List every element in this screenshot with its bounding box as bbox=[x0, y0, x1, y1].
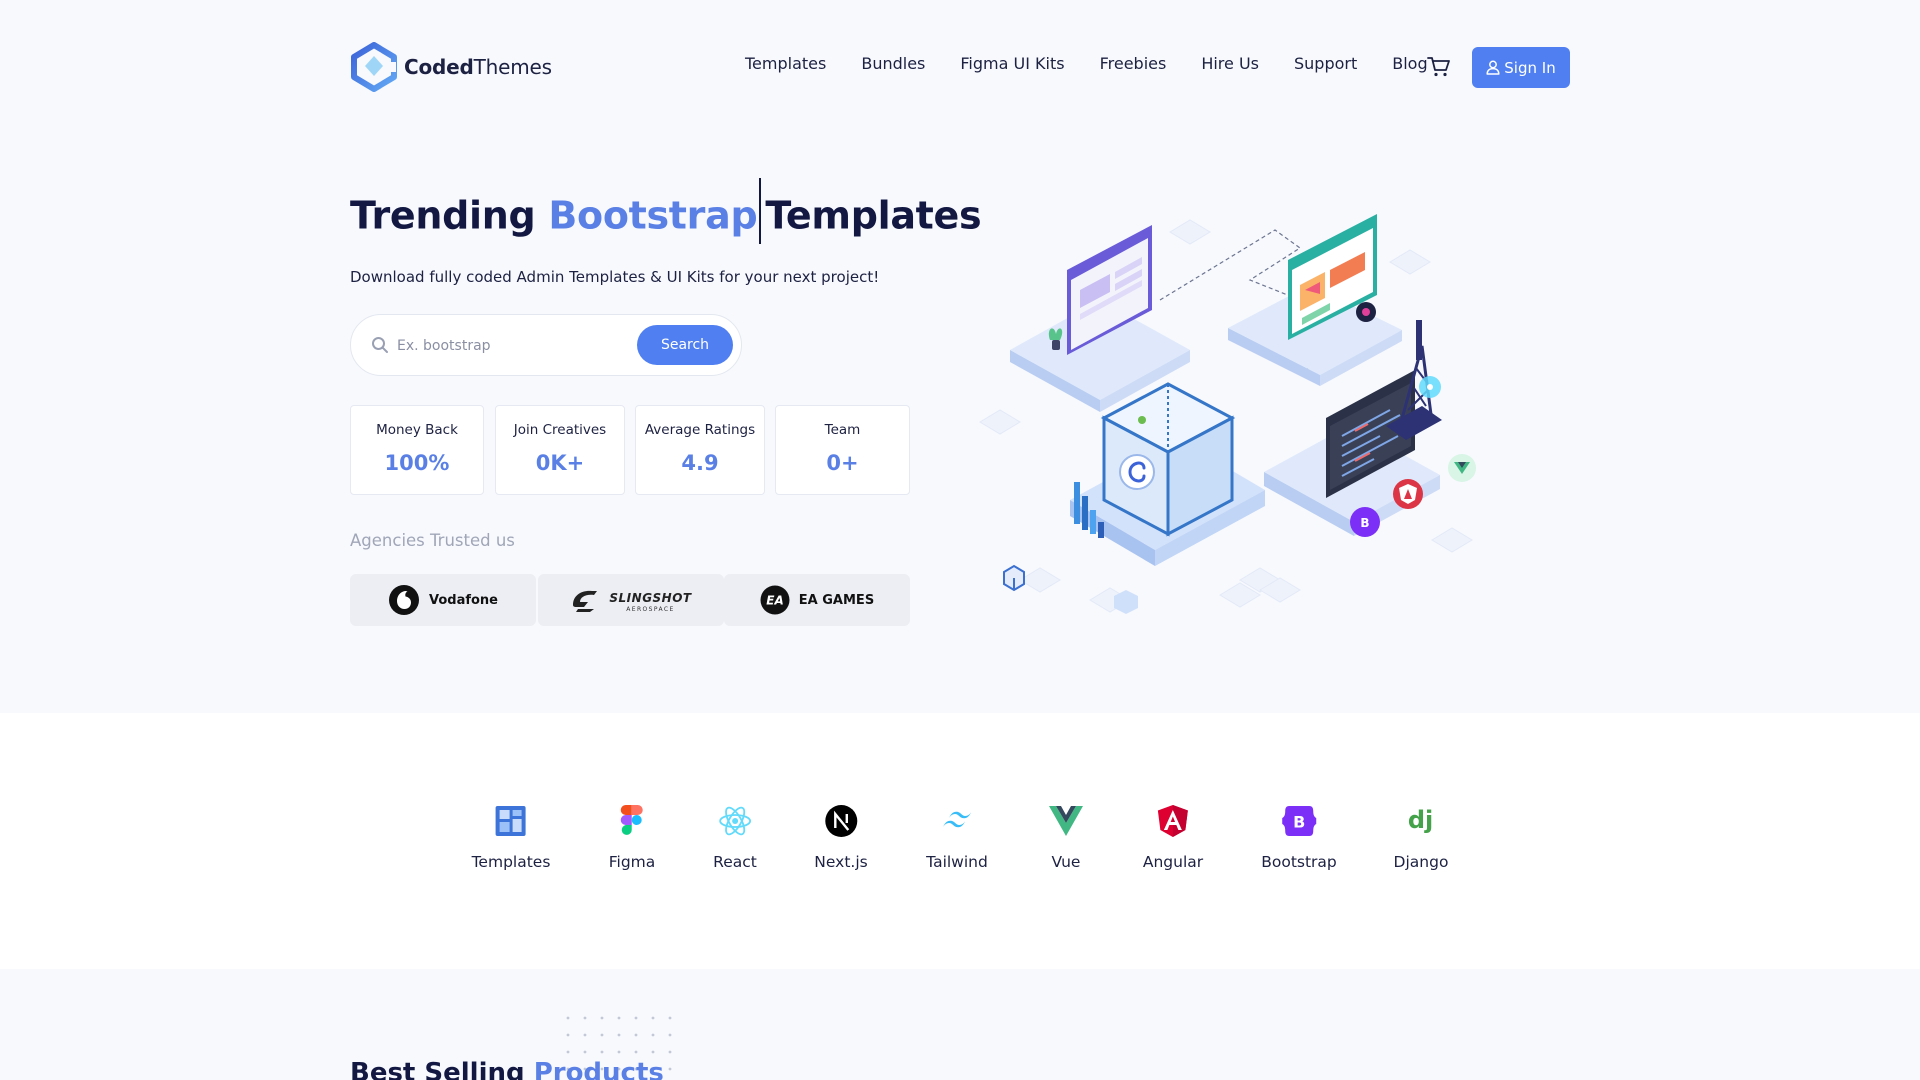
hero-title-prefix: Trending bbox=[350, 193, 536, 238]
stat-value: 4.9 bbox=[681, 451, 719, 475]
nav-bundles[interactable]: Bundles bbox=[861, 54, 925, 73]
tech-figma[interactable]: Figma bbox=[608, 803, 656, 871]
svg-text:B: B bbox=[1293, 813, 1305, 832]
slingshot-wordmark: SLINGSHOT AEROSPACE bbox=[609, 587, 691, 613]
stat-value: 0+ bbox=[826, 451, 859, 475]
stat-label: Average Ratings bbox=[644, 422, 756, 438]
codedthemes-logo-icon bbox=[351, 42, 397, 92]
tech-vue[interactable]: Vue bbox=[1048, 803, 1084, 871]
agency-name: SLINGSHOT bbox=[609, 591, 692, 605]
search-icon bbox=[372, 337, 388, 353]
tech-angular[interactable]: Angular bbox=[1143, 803, 1203, 871]
django-icon: dj bbox=[1408, 806, 1433, 834]
agency-name: EA GAMES bbox=[798, 592, 875, 608]
tech-label: Figma bbox=[608, 853, 656, 871]
vodafone-logo-icon bbox=[388, 585, 419, 615]
tech-templates[interactable]: Templates bbox=[471, 803, 551, 871]
stat-label: Money Back bbox=[376, 422, 458, 438]
agency-subname: AEROSPACE bbox=[626, 606, 675, 613]
tech-nextjs[interactable]: Next.js bbox=[814, 803, 868, 871]
vue-icon bbox=[1049, 806, 1083, 836]
agencies-title: Agencies Trusted us bbox=[350, 531, 515, 550]
nav-figma-ui-kits[interactable]: Figma UI Kits bbox=[960, 54, 1064, 73]
main-nav: Templates Bundles Figma UI Kits Freebies… bbox=[745, 54, 1463, 73]
bootstrap-icon: B bbox=[1281, 806, 1316, 836]
brand-name: CodedThemes bbox=[404, 55, 552, 79]
stat-value: 100% bbox=[384, 451, 450, 475]
stat-average-ratings: Average Ratings 4.9 bbox=[635, 405, 765, 495]
tech-tailwind[interactable]: Tailwind bbox=[926, 803, 988, 871]
svg-text:dj: dj bbox=[1408, 806, 1433, 834]
stat-label: Join Creatives bbox=[513, 422, 607, 438]
tailwind-icon bbox=[942, 811, 971, 828]
sign-in-label: Sign In bbox=[1504, 58, 1556, 77]
nextjs-icon bbox=[824, 805, 857, 837]
tech-react[interactable]: React bbox=[713, 803, 757, 871]
svg-text:EA: EA bbox=[766, 594, 783, 608]
nav-blog[interactable]: Blog bbox=[1392, 54, 1427, 73]
svg-text:B: B bbox=[1360, 516, 1369, 530]
stat-team: Team 0+ bbox=[775, 405, 910, 495]
templates-icon bbox=[496, 806, 526, 836]
tech-label: Django bbox=[1393, 853, 1449, 871]
agency-name: Vodafone bbox=[428, 592, 499, 608]
tech-label: Tailwind bbox=[926, 853, 988, 871]
nav-freebies[interactable]: Freebies bbox=[1100, 54, 1167, 73]
stat-value: 0K+ bbox=[535, 451, 585, 475]
sign-in-button[interactable]: Sign In bbox=[1472, 47, 1570, 88]
tech-label: Vue bbox=[1051, 853, 1081, 871]
hero-title: Trending Bootstrap Templates bbox=[350, 178, 982, 244]
nav-hire-us[interactable]: Hire Us bbox=[1201, 54, 1259, 73]
logo[interactable]: CodedThemes bbox=[350, 42, 552, 92]
cart-icon[interactable] bbox=[1427, 56, 1451, 78]
tech-label: Templates bbox=[471, 853, 551, 871]
hero-title-suffix: Templates bbox=[765, 193, 982, 238]
tech-label: Next.js bbox=[814, 853, 868, 871]
nav-templates[interactable]: Templates bbox=[745, 54, 826, 73]
typing-caret bbox=[759, 178, 762, 244]
tech-label: Angular bbox=[1142, 853, 1204, 871]
hero-isometric-illustration: B bbox=[979, 214, 1476, 614]
best-selling-accent: Products bbox=[533, 1058, 664, 1080]
tech-bootstrap[interactable]: B Bootstrap bbox=[1261, 803, 1337, 871]
stat-label: Team bbox=[824, 422, 861, 438]
best-selling-title: Best Selling Products bbox=[350, 1058, 664, 1080]
hero-title-accent: Bootstrap bbox=[548, 193, 758, 238]
agency-ea-games: EA EA GAMES bbox=[724, 574, 910, 626]
slingshot-logo-icon bbox=[573, 590, 598, 612]
stat-money-back: Money Back 100% bbox=[350, 405, 484, 495]
tech-label: Bootstrap bbox=[1261, 853, 1337, 871]
ea-logo-icon: EA bbox=[760, 585, 790, 615]
search-box: Search bbox=[350, 314, 742, 376]
nav-support[interactable]: Support bbox=[1294, 54, 1357, 73]
search-input[interactable] bbox=[397, 333, 617, 359]
search-button[interactable]: Search bbox=[637, 325, 733, 365]
angular-icon bbox=[1158, 805, 1188, 837]
agency-slingshot: SLINGSHOT AEROSPACE bbox=[538, 574, 724, 626]
figma-icon bbox=[621, 805, 643, 835]
stat-join-creatives: Join Creatives 0K+ bbox=[495, 405, 625, 495]
user-icon bbox=[1486, 60, 1500, 75]
site-header: CodedThemes Templates Bundles Figma UI K… bbox=[0, 0, 1920, 134]
agency-vodafone: Vodafone bbox=[350, 574, 536, 626]
best-selling-prefix: Best Selling bbox=[350, 1058, 525, 1080]
tech-django[interactable]: dj Django bbox=[1394, 803, 1449, 871]
react-icon bbox=[719, 806, 751, 836]
tech-label: React bbox=[713, 853, 757, 871]
hero-subtitle: Download fully coded Admin Templates & U… bbox=[350, 268, 880, 286]
